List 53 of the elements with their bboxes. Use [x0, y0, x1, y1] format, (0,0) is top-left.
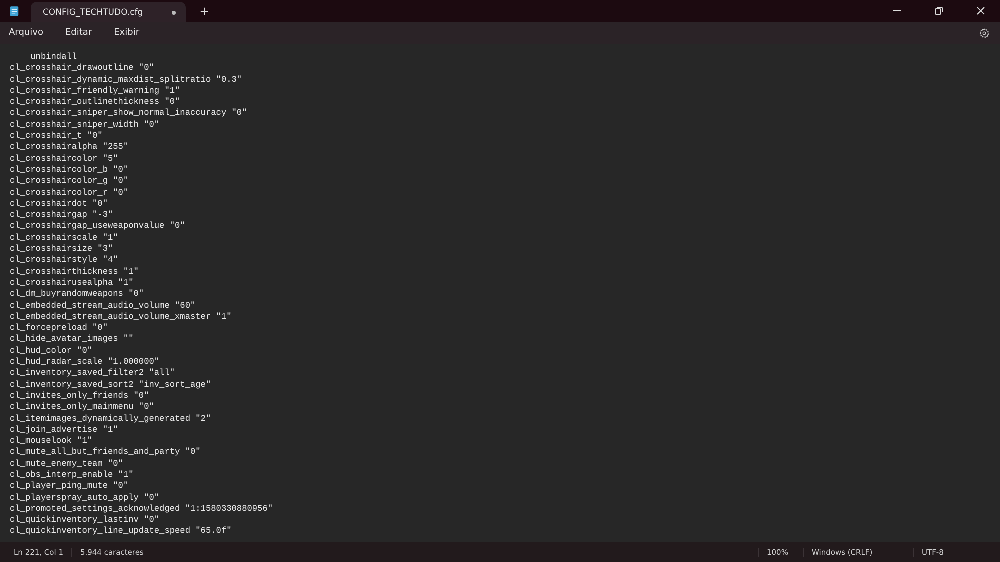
code-line: cl_crosshairstyle "4" — [10, 255, 120, 267]
code-line: cl_crosshair_dynamic_maxdist_splitratio "0.3" — [10, 74, 244, 86]
settings-icon[interactable] — [979, 28, 990, 38]
code-line: cl_crosshairthickness "1" — [10, 266, 140, 278]
notepad-icon — [10, 6, 19, 16]
code-line: cl_hud_radar_scale "1.000000" — [10, 357, 161, 368]
code-line: cl_playerspray_auto_apply "0" — [10, 492, 161, 504]
code-line: cl_mute_enemy_team "0" — [10, 458, 124, 470]
menu-item[interactable]: Exibir — [114, 28, 140, 38]
code-line: cl_hide_avatar_images "" — [10, 334, 135, 346]
code-line: cl_crosshairusealpha "1" — [10, 278, 135, 290]
code-line: cl_crosshair_friendly_warning "1" — [10, 86, 182, 98]
code-line: cl_obs_interp_enable "1" — [10, 470, 135, 482]
menu-item[interactable]: Arquivo — [9, 28, 44, 38]
new-tab-icon[interactable] — [200, 6, 209, 16]
code-line: cl_hud_color "0" — [10, 346, 94, 358]
code-line: cl_crosshaircolor_g "0" — [10, 176, 130, 188]
code-line: cl_invites_only_mainmenu "0" — [10, 402, 156, 414]
restore-icon[interactable] — [934, 6, 944, 16]
code-line: cl_quickinventory_lastinv "0" — [10, 515, 161, 526]
code-line: cl_crosshairgap "-3" — [10, 210, 114, 222]
code-line: cl_crosshaircolor_b "0" — [10, 164, 130, 176]
code-line: cl_crosshair_t "0" — [10, 131, 104, 142]
code-line: cl_player_ping_mute "0" — [10, 481, 130, 493]
code-line: cl_embedded_stream_audio_volume "60" — [10, 300, 197, 312]
code-line: cl_crosshairsize "3" — [10, 244, 114, 256]
code-line: cl_invites_only_friends "0" — [10, 390, 150, 402]
code-line: cl_crosshairalpha "255" — [10, 142, 130, 154]
code-line: cl_dm_buyrandomweapons "0" — [10, 289, 146, 301]
code-line: cl_crosshairdot "0" — [10, 198, 109, 210]
code-line: cl_crosshair_sniper_show_normal_inaccuracy "0" — [10, 108, 248, 120]
code-line: cl_itemimages_dynamically_generated "2" — [10, 414, 212, 425]
code-line: unbindall — [30, 52, 78, 64]
unsaved-dot-icon — [172, 10, 176, 14]
code-line: cl_crosshair_outlinethickness "0" — [10, 97, 182, 108]
code-line: cl_crosshaircolor "5" — [10, 154, 120, 165]
menu-item[interactable]: Editar — [65, 28, 92, 38]
code-line: cl_crosshaircolor_r "0" — [10, 188, 130, 199]
code-line: cl_mute_all_but_friends_and_party "0" — [10, 447, 202, 459]
code-line: cl_crosshair_sniper_width "0" — [10, 120, 161, 132]
code-line: cl_inventory_saved_filter2 "all" — [10, 368, 176, 380]
code-line: cl_crosshairgap_useweaponvalue "0" — [10, 221, 186, 233]
code-line: cl_embedded_stream_audio_volume_xmaster "1" — [10, 312, 233, 324]
code-line: cl_forcepreload "0" — [10, 323, 109, 334]
code-line: cl_promoted_settings_acknowledged "1:1580330880956" — [10, 504, 274, 516]
code-line: cl_join_advertise "1" — [10, 424, 120, 436]
code-line: cl_mouselook "1" — [10, 436, 94, 448]
close-icon[interactable] — [976, 6, 986, 16]
code-line: cl_quickinventory_line_update_speed "65.0f" — [10, 526, 233, 538]
file-tab[interactable]: CONFIG_TECHTUDO.cfg — [31, 2, 186, 24]
code-line: cl_crosshair_drawoutline "0" — [10, 63, 156, 75]
code-line: cl_inventory_saved_sort2 "inv_sort_age" — [10, 380, 212, 391]
code-line: cl_crosshairscale "1" — [10, 232, 120, 244]
